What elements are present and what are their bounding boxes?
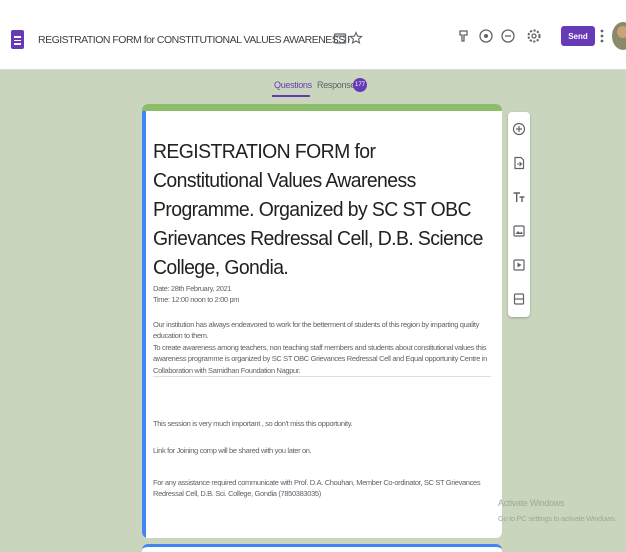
document-title[interactable]: REGISTRATION FORM for CONSTITUTIONAL VAL… — [38, 34, 350, 46]
form-description-para1: Our institution has always endeavored to… — [153, 320, 479, 341]
add-title-icon[interactable] — [512, 190, 526, 204]
more-vert-icon[interactable] — [598, 28, 606, 44]
floating-side-toolbar — [508, 112, 530, 317]
form-description-date[interactable]: Date: 28th February, 2021 Time: 12:00 no… — [153, 283, 498, 306]
focus-indicator-bar — [142, 111, 146, 538]
next-question-card[interactable] — [142, 544, 502, 552]
add-image-icon[interactable] — [512, 224, 526, 238]
card-header-color-bar — [142, 104, 502, 111]
responses-count-badge: 177 — [353, 78, 367, 92]
google-forms-logo-icon[interactable] — [11, 30, 24, 49]
add-section-icon[interactable] — [512, 292, 526, 306]
folder-icon[interactable] — [333, 31, 347, 45]
form-description-para2: To create awareness among teachers, non … — [153, 343, 487, 375]
activate-windows-watermark: Activate Windows — [498, 498, 565, 508]
form-header-card[interactable]: REGISTRATION FORM for Constitutional Val… — [142, 104, 502, 538]
form-description-para4: Link for Joining comp will be shared wit… — [153, 446, 312, 455]
import-questions-icon[interactable] — [512, 156, 526, 170]
send-button[interactable]: Send — [561, 26, 595, 46]
active-tab-indicator — [272, 95, 310, 97]
customize-theme-icon[interactable] — [456, 28, 472, 44]
settings-icon[interactable] — [526, 28, 542, 44]
form-description-para5: For any assistance required communicate … — [153, 478, 481, 499]
add-video-icon[interactable] — [512, 258, 526, 272]
time-line: Time: 12:00 noon to 2:00 pm — [153, 295, 240, 305]
preview-eye-icon[interactable] — [478, 28, 494, 44]
form-description-para3: This session is very much important , so… — [153, 419, 353, 428]
undo-icon[interactable] — [500, 28, 516, 44]
star-icon[interactable] — [349, 31, 363, 45]
add-question-icon[interactable] — [512, 122, 526, 136]
top-bar: REGISTRATION FORM for CONSTITUTIONAL VAL… — [0, 0, 626, 97]
form-title[interactable]: REGISTRATION FORM for Constitutional Val… — [153, 138, 488, 283]
activate-windows-hint: Go to PC settings to activate Windows. — [498, 514, 617, 523]
tab-questions[interactable]: Questions — [274, 80, 312, 90]
title-divider — [153, 376, 491, 377]
avatar[interactable] — [612, 22, 626, 50]
date-line: Date: 28th February, 2021 — [153, 284, 232, 293]
